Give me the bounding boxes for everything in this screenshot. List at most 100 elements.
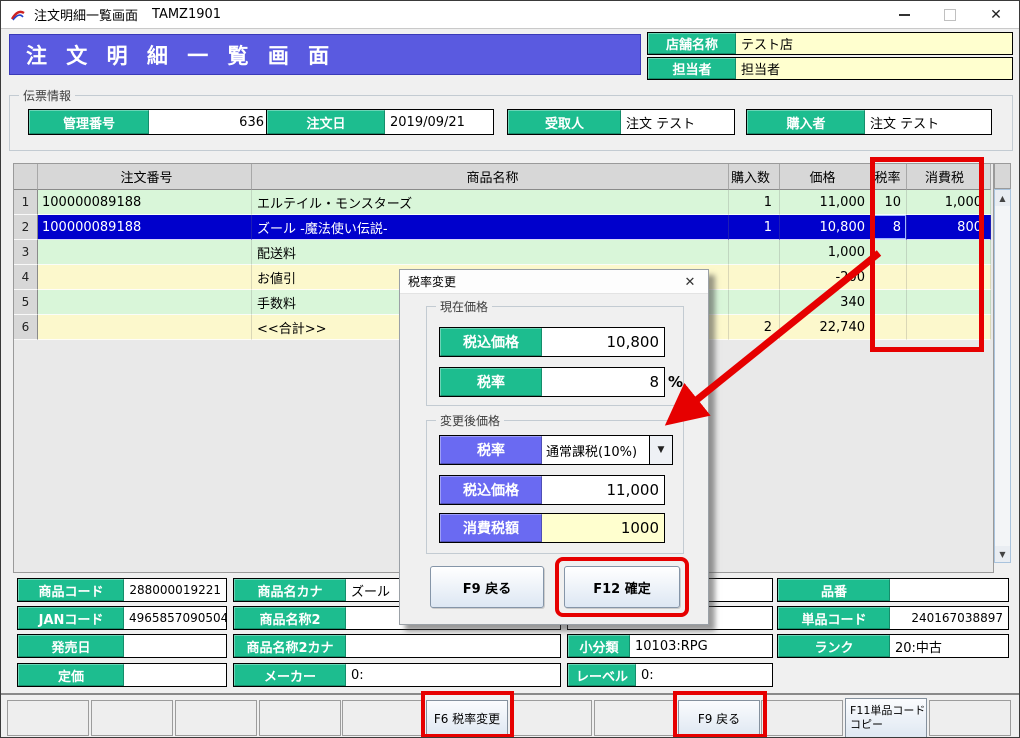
scroll-down-button[interactable]: ▼ [995, 546, 1010, 562]
tax-header: 消費税 [907, 164, 991, 190]
f9-back-button[interactable]: F9 戻る [678, 700, 760, 736]
f6-tax-rate-change-button[interactable]: F6 税率変更 [426, 700, 508, 736]
row-number: 1 [14, 190, 38, 215]
qty-cell[interactable]: 2 [729, 315, 780, 340]
tax-rate-cell[interactable] [874, 240, 907, 265]
maximize-icon [944, 9, 956, 21]
table-row[interactable]: 3 配送料 1,000 [14, 240, 993, 265]
price-header: 価格 [780, 164, 874, 190]
f11-copy-item-code-button[interactable]: F11単品コード コピー [845, 698, 927, 738]
order-no-cell[interactable] [38, 315, 252, 340]
order-no-cell[interactable] [38, 265, 252, 290]
after-price-group-label: 変更後価格 [436, 412, 504, 429]
name2-kana-field[interactable] [346, 635, 560, 657]
qty-cell[interactable]: 1 [729, 215, 780, 240]
tax-rate-cell-focused[interactable]: 8 [874, 215, 907, 240]
table-header-corner [994, 163, 1011, 189]
window-controls: ✕ [881, 1, 1019, 29]
qty-cell[interactable] [729, 240, 780, 265]
recipient-field[interactable]: 注文 テスト [621, 110, 734, 134]
item-code-pair: 単品コード 240167038897 [777, 606, 1009, 630]
product-name-cell[interactable]: 配送料 [252, 240, 729, 265]
product-name-cell[interactable]: ズール -魔法使い伝説- [252, 215, 729, 240]
part-no-field[interactable] [890, 579, 1008, 601]
tax-rate-cell[interactable] [874, 290, 907, 315]
product-name-cell[interactable]: エルテイル・モンスターズ [252, 190, 729, 215]
dialog-title-bar[interactable]: 税率変更 ✕ [400, 270, 708, 294]
tax-rate-dropdown[interactable]: 通常課税(10%) ▼ [542, 436, 672, 464]
order-no-cell[interactable]: 100000089188 [38, 190, 252, 215]
tax-cell[interactable] [907, 315, 991, 340]
rank-field[interactable]: 20:中古 [890, 635, 1008, 657]
order-no-cell[interactable]: 100000089188 [38, 215, 252, 240]
price-cell[interactable]: 10,800 [780, 215, 874, 240]
current-price-label: 税込価格 [440, 328, 542, 356]
label-field[interactable]: 0: [636, 664, 772, 686]
table-row[interactable]: 1 100000089188 エルテイル・モンスターズ 1 11,000 10 … [14, 190, 993, 215]
store-name-label: 店舗名称 [648, 33, 736, 54]
tax-cell[interactable] [907, 240, 991, 265]
order-no-cell[interactable] [38, 240, 252, 265]
label-pair: レーベル 0: [567, 663, 773, 687]
manage-number-field[interactable]: 636 [149, 110, 269, 134]
price-cell[interactable]: 340 [780, 290, 874, 315]
tax-rate-cell[interactable] [874, 315, 907, 340]
qty-cell[interactable] [729, 290, 780, 315]
price-cell[interactable]: 11,000 [780, 190, 874, 215]
part-no-label: 品番 [778, 579, 890, 601]
dropdown-button[interactable]: ▼ [649, 436, 672, 464]
release-date-label: 発売日 [18, 635, 124, 657]
price-cell[interactable]: 22,740 [780, 315, 874, 340]
release-date-field[interactable] [124, 635, 226, 657]
tax-cell[interactable] [907, 265, 991, 290]
after-tax-label: 消費税額 [440, 514, 542, 542]
name2-label: 商品名称2 [234, 607, 346, 629]
current-rate-field[interactable]: 8 [542, 368, 664, 396]
f11-button-line1: F11単品コード [850, 704, 925, 718]
tax-cell[interactable] [907, 290, 991, 315]
maker-field[interactable]: 0: [346, 664, 560, 686]
tax-rate-cell[interactable]: 10 [874, 190, 907, 215]
staff-field[interactable]: 担当者 [736, 58, 1012, 79]
dialog-close-button[interactable]: ✕ [680, 273, 700, 291]
after-price-group: 変更後価格 税率 通常課税(10%) ▼ 税込価格 11,000 消費税額 10… [426, 420, 684, 554]
manage-number-label: 管理番号 [29, 110, 149, 134]
price-cell[interactable]: 1,000 [780, 240, 874, 265]
price-cell[interactable]: -200 [780, 265, 874, 290]
purchaser-field[interactable]: 注文 テスト [865, 110, 991, 134]
dialog-close-icon: ✕ [685, 275, 696, 290]
dialog-confirm-button[interactable]: F12 確定 [564, 566, 680, 608]
f11-button-line2: コピー [850, 718, 883, 732]
after-price-field[interactable]: 11,000 [542, 476, 664, 504]
current-price-field[interactable]: 10,800 [542, 328, 664, 356]
qty-cell[interactable]: 1 [729, 190, 780, 215]
minimize-button[interactable] [881, 1, 927, 29]
after-tax-pair: 消費税額 1000 [439, 513, 665, 543]
name2-kana-pair: 商品名称2カナ [233, 634, 561, 658]
item-code-field[interactable]: 240167038897 [890, 607, 1008, 629]
sub-class-field[interactable]: 10103:RPG [630, 635, 772, 657]
store-name-field[interactable]: テスト店 [736, 33, 1012, 54]
jan-code-field[interactable]: 4965857090504 [124, 607, 226, 629]
tax-rate-cell[interactable] [874, 265, 907, 290]
qty-cell[interactable] [729, 265, 780, 290]
table-row-selected[interactable]: 2 100000089188 ズール -魔法使い伝説- 1 10,800 8 8… [14, 215, 993, 240]
dialog-back-button[interactable]: F9 戻る [430, 566, 544, 608]
product-code-field[interactable]: 288000019221 [124, 579, 226, 601]
tax-rate-header: 税率 [874, 164, 907, 190]
tax-cell[interactable]: 800 [907, 215, 991, 240]
scroll-up-button[interactable]: ▲ [995, 190, 1010, 206]
window-title-code: TAMZ1901 [152, 7, 221, 22]
close-button[interactable]: ✕ [973, 1, 1019, 29]
app-icon [10, 7, 26, 23]
order-no-cell[interactable] [38, 290, 252, 315]
maximize-button[interactable] [927, 1, 973, 29]
vertical-scrollbar[interactable]: ▲ ▼ [994, 189, 1011, 563]
sub-class-pair: 小分類 10103:RPG [567, 634, 773, 658]
tax-cell[interactable]: 1,000 [907, 190, 991, 215]
function-key-bar: F6 税率変更 F9 戻る F11単品コード コピー [1, 693, 1020, 738]
after-tax-field[interactable]: 1000 [542, 514, 664, 542]
order-date-field[interactable]: 2019/09/21 [385, 110, 493, 134]
recipient-label: 受取人 [508, 110, 621, 134]
list-price-field[interactable] [124, 664, 226, 686]
